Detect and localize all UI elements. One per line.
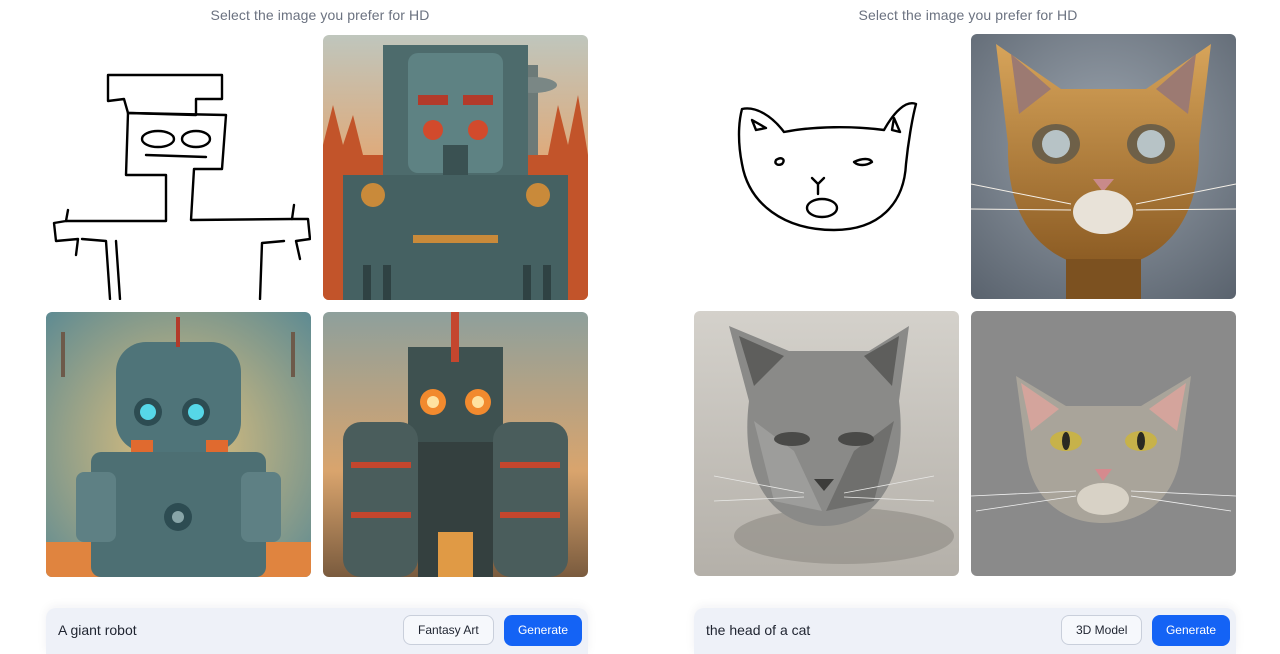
style-selector-button[interactable]: Fantasy Art [403,615,494,645]
style-selector-button[interactable]: 3D Model [1061,615,1143,645]
robot-option-3-image[interactable] [323,312,588,577]
prompt-bar: A giant robot Fantasy Art Generate [46,608,588,654]
cat-option-3-image[interactable] [971,311,1236,576]
cat-option-2-image[interactable] [694,311,959,576]
left-panel: Select the image you prefer for HD A gia… [40,0,600,654]
generate-button[interactable]: Generate [504,615,582,646]
cat-sketch-image[interactable] [694,34,959,299]
right-panel: Select the image you prefer for HD the h… [688,0,1248,654]
robot-option-2-image[interactable] [46,312,311,577]
robot-sketch-image[interactable] [46,35,311,300]
prompt-input[interactable]: the head of a cat [706,622,810,638]
generate-button[interactable]: Generate [1152,615,1230,646]
robot-option-1-image[interactable] [323,35,588,300]
prompt-bar: the head of a cat 3D Model Generate [694,608,1236,654]
panel-heading: Select the image you prefer for HD [858,7,1078,23]
panel-heading: Select the image you prefer for HD [210,7,430,23]
cat-option-1-image[interactable] [971,34,1236,299]
prompt-input[interactable]: A giant robot [58,622,137,638]
